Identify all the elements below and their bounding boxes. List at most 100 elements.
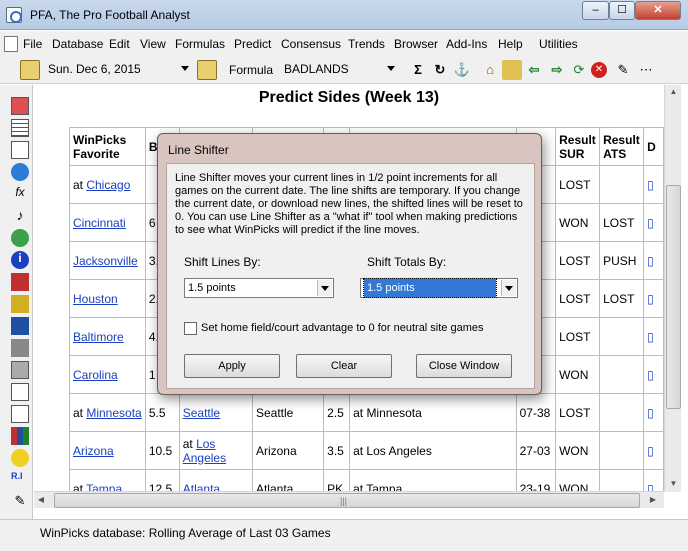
line-value: 10.5 [148, 443, 173, 458]
globe-icon[interactable] [11, 163, 29, 181]
minimize-button[interactable]: – [582, 1, 609, 20]
calendar-forward-icon[interactable] [197, 60, 217, 80]
cell-result-sur: LOST [555, 241, 601, 280]
cell-details[interactable]: ▯ [643, 241, 664, 280]
horizontal-scrollbar[interactable]: ◀ ||| ▶ [34, 491, 664, 508]
favorite-team-link[interactable]: Tampa [86, 482, 122, 492]
menu-formulas[interactable]: Formulas [175, 37, 225, 51]
horizontal-scroll-thumb[interactable]: ||| [54, 493, 640, 508]
cell-details[interactable]: ▯ [643, 393, 664, 432]
arrow-right-icon[interactable]: ⇨ [547, 60, 567, 80]
cell-details[interactable]: ▯ [643, 165, 664, 204]
date-select[interactable]: Sun. Dec 6, 2015 [44, 60, 192, 80]
music-note-icon[interactable]: ♪ [11, 207, 29, 225]
info-icon[interactable]: i [11, 251, 29, 269]
underdog-team-link[interactable]: Atlanta [183, 482, 220, 492]
cell-result-ats [599, 431, 645, 470]
settings-grid-icon[interactable] [11, 339, 29, 357]
scroll-up-icon[interactable]: ▲ [665, 87, 682, 96]
menu-consensus[interactable]: Consensus [281, 37, 341, 51]
rpi-icon[interactable]: R.I [11, 471, 29, 489]
close-window-button[interactable]: Close Window [416, 354, 512, 378]
menu-browser[interactable]: Browser [394, 37, 438, 51]
stop-icon[interactable]: ✕ [591, 62, 607, 78]
maximize-button[interactable]: ☐ [609, 1, 635, 20]
shift-lines-select[interactable]: 1.5 points [184, 278, 334, 298]
chevron-down-icon[interactable] [317, 280, 332, 296]
table-blue-icon[interactable] [11, 317, 29, 335]
chevron-down-icon[interactable] [501, 280, 516, 296]
scroll-down-icon[interactable]: ▼ [665, 479, 682, 488]
details-link-icon[interactable]: ▯ [647, 254, 654, 268]
favorite-team-link[interactable]: Carolina [73, 368, 118, 382]
favorite-team-link[interactable]: Jacksonville [73, 254, 138, 268]
underdog-team-link[interactable]: Seattle [183, 406, 220, 420]
calendar-back-icon[interactable] [20, 60, 40, 80]
window-title: PFA, The Pro Football Analyst [30, 8, 190, 22]
shift-totals-select[interactable]: 1.5 points [360, 278, 518, 298]
bar-chart-icon[interactable] [11, 427, 29, 445]
menu-help[interactable]: Help [498, 37, 523, 51]
favorite-team-link[interactable]: Cincinnati [73, 216, 126, 230]
menu-database[interactable]: Database [52, 37, 103, 51]
favorite-team-link[interactable]: Chicago [86, 178, 130, 192]
scroll-right-icon[interactable]: ▶ [646, 495, 660, 504]
sigma-icon[interactable]: Σ [408, 60, 428, 80]
menu-predict[interactable]: Predict [234, 37, 271, 51]
arrow-left-icon[interactable]: ⇦ [524, 60, 544, 80]
menu-file[interactable]: File [23, 37, 42, 51]
refresh-icon[interactable]: ↻ [430, 60, 450, 80]
apply-button[interactable]: Apply [184, 354, 280, 378]
edit-pencil-icon[interactable]: ✎ [11, 493, 29, 511]
cell-details[interactable]: ▯ [643, 279, 664, 318]
lightbulb-icon[interactable] [11, 449, 29, 467]
table-yellow-icon[interactable] [11, 295, 29, 313]
pen-icon[interactable]: ✎ [613, 60, 633, 80]
list-icon[interactable] [11, 119, 29, 137]
window-icon[interactable] [11, 383, 29, 401]
open-folder-icon[interactable] [502, 60, 522, 80]
cell-details[interactable]: ▯ [643, 469, 664, 492]
details-link-icon[interactable]: ▯ [647, 368, 654, 382]
cell-spread: 2.5 [323, 393, 351, 432]
favorite-team-link[interactable]: Houston [73, 292, 118, 306]
vertical-scroll-thumb[interactable] [666, 185, 681, 409]
page-icon[interactable] [11, 141, 29, 159]
details-link-icon[interactable]: ▯ [647, 330, 654, 344]
menu-trends[interactable]: Trends [348, 37, 385, 51]
menu-add-ins[interactable]: Add-Ins [446, 37, 487, 51]
home-icon[interactable]: ⌂ [480, 60, 500, 80]
favorite-team-link[interactable]: Baltimore [73, 330, 124, 344]
options-icon[interactable]: ⋯ [636, 60, 656, 80]
grid-icon[interactable] [11, 97, 29, 115]
menu-view[interactable]: View [140, 37, 166, 51]
favorite-team-link[interactable]: Minnesota [86, 406, 141, 420]
cell-details[interactable]: ▯ [643, 317, 664, 356]
details-link-icon[interactable]: ▯ [647, 444, 654, 458]
cell-details[interactable]: ▯ [643, 203, 664, 242]
cell-details[interactable]: ▯ [643, 355, 664, 394]
favorite-team-link[interactable]: Arizona [73, 444, 114, 458]
details-link-icon[interactable]: ▯ [647, 216, 654, 230]
document-icon[interactable] [4, 36, 18, 52]
details-link-icon[interactable]: ▯ [647, 292, 654, 306]
formula-select[interactable]: BADLANDS [280, 60, 398, 80]
function-icon[interactable]: fx [11, 185, 29, 203]
anchor-icon[interactable]: ⚓ [452, 60, 472, 80]
details-link-icon[interactable]: ▯ [647, 482, 654, 492]
clear-button[interactable]: Clear [296, 354, 392, 378]
split-window-icon[interactable] [11, 405, 29, 423]
details-link-icon[interactable]: ▯ [647, 178, 654, 192]
layout-icon[interactable] [11, 361, 29, 379]
neutral-site-checkbox[interactable] [184, 322, 197, 335]
scroll-left-icon[interactable]: ◀ [34, 495, 48, 504]
vertical-scrollbar[interactable]: ▲ ▼ [664, 85, 681, 492]
details-link-icon[interactable]: ▯ [647, 406, 654, 420]
menu-utilities[interactable]: Utilities [539, 37, 578, 51]
cell-details[interactable]: ▯ [643, 431, 664, 470]
table-red-icon[interactable] [11, 273, 29, 291]
menu-edit[interactable]: Edit [109, 37, 130, 51]
network-globe-icon[interactable] [11, 229, 29, 247]
close-button[interactable]: ✕ [635, 1, 681, 20]
reload-page-icon[interactable]: ⟳ [569, 60, 589, 80]
